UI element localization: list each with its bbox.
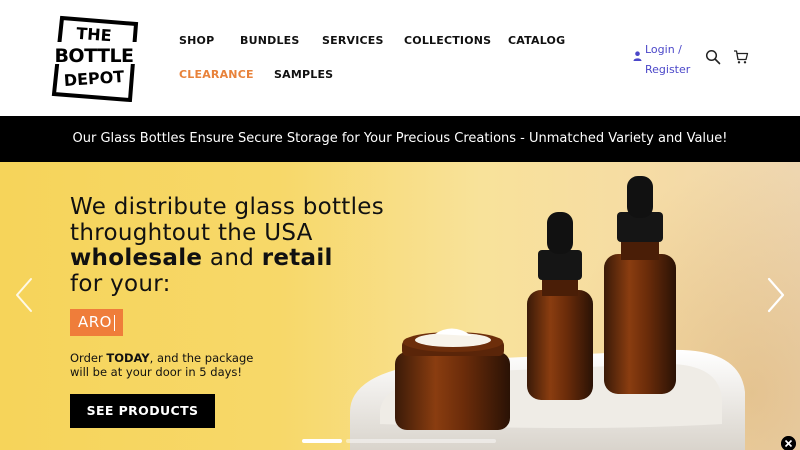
order-post: , and the package xyxy=(149,351,254,365)
svg-text:DEPOT: DEPOT xyxy=(63,67,125,90)
register-link[interactable]: Register xyxy=(645,60,690,80)
nav-item-shop[interactable]: SHOP xyxy=(179,34,214,47)
site-header: THE BOTTLE DEPOT SHOP BUNDLES SERVICES C… xyxy=(0,0,800,116)
logo-graphic: THE BOTTLE DEPOT xyxy=(46,15,142,102)
nav-item-catalog[interactable]: CATALOG xyxy=(508,34,565,47)
order-today: TODAY xyxy=(106,351,150,365)
headline-wholesale: wholesale xyxy=(70,245,203,271)
headline-retail: retail xyxy=(261,245,333,271)
order-pre: Order xyxy=(70,351,107,365)
cart-icon[interactable] xyxy=(733,49,749,65)
close-icon[interactable] xyxy=(781,436,796,450)
product-image xyxy=(350,176,745,450)
headline-line-3: wholesale and retail xyxy=(70,245,384,272)
see-products-button[interactable]: SEE PRODUCTS xyxy=(70,394,215,428)
announcement-text: Our Glass Bottles Ensure Secure Storage … xyxy=(72,131,728,146)
delivery-note: Order TODAY, and the package will be at … xyxy=(70,351,254,379)
slide-indicators xyxy=(302,439,498,444)
chevron-right-icon[interactable] xyxy=(764,275,788,315)
headline-line-1: We distribute glass bottles xyxy=(70,194,385,220)
typed-word-badge: ARO xyxy=(70,309,123,336)
headline-line-4: for your: xyxy=(70,270,171,297)
the-bottle-depot-logo[interactable]: THE BOTTLE DEPOT xyxy=(44,14,144,102)
nav-item-samples[interactable]: SAMPLES xyxy=(274,68,333,81)
slide-dot-active[interactable] xyxy=(302,439,342,443)
svg-text:THE: THE xyxy=(76,24,112,45)
typed-word: ARO xyxy=(78,313,112,331)
nav-item-clearance[interactable]: CLEARANCE xyxy=(179,68,254,81)
chevron-left-icon[interactable] xyxy=(12,275,36,315)
svg-text:BOTTLE: BOTTLE xyxy=(54,45,133,67)
hero-headline: We distribute glass bottles throughtout … xyxy=(70,194,385,297)
hero-banner: We distribute glass bottles throughtout … xyxy=(0,162,800,450)
headline-and: and xyxy=(202,245,262,271)
slide-dot[interactable] xyxy=(346,439,496,443)
nav-item-collections[interactable]: COLLECTIONS xyxy=(404,34,491,47)
nav-item-services[interactable]: SERVICES xyxy=(322,34,384,47)
search-icon[interactable] xyxy=(705,49,721,65)
nav-item-bundles[interactable]: BUNDLES xyxy=(240,34,300,47)
user-icon xyxy=(633,51,642,61)
delivery-note-line-1: Order TODAY, and the package xyxy=(70,351,254,366)
typing-caret xyxy=(114,314,115,331)
headline-line-2: throughtout the USA xyxy=(70,219,313,246)
announcement-bar: Our Glass Bottles Ensure Secure Storage … xyxy=(0,116,800,162)
login-link[interactable]: Login / xyxy=(645,40,682,60)
delivery-note-line-2: will be at your door in 5 days! xyxy=(70,364,243,379)
